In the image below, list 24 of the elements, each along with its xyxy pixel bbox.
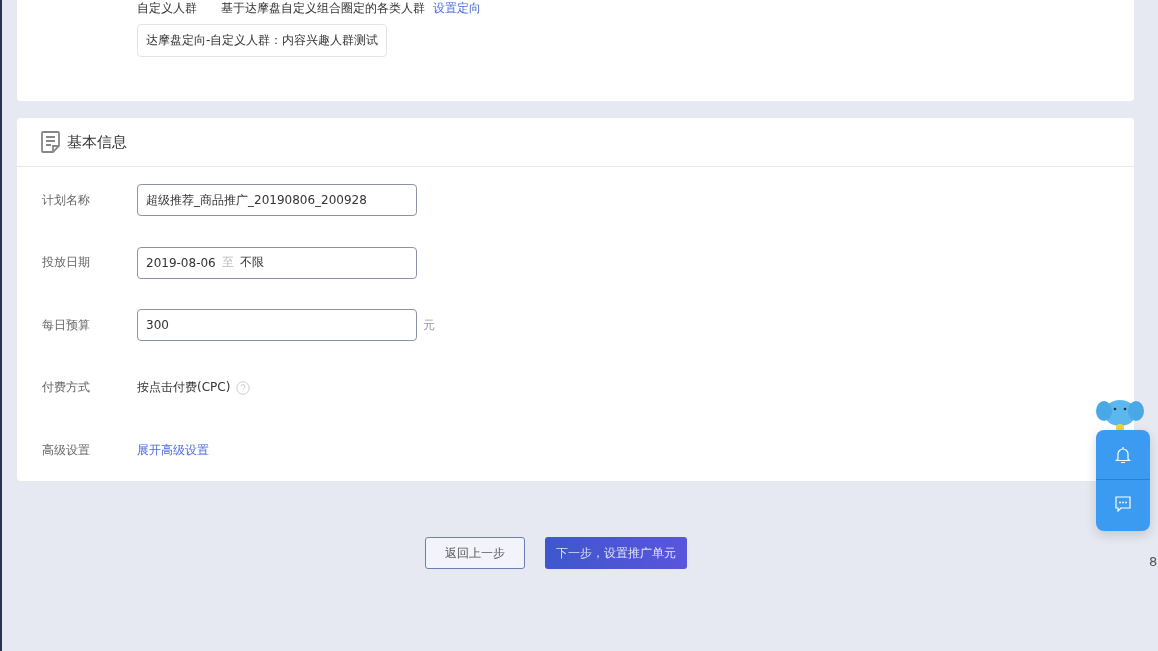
bell-icon[interactable] bbox=[1115, 446, 1131, 464]
help-icon[interactable] bbox=[236, 380, 251, 395]
section-title: 基本信息 bbox=[67, 132, 127, 152]
field-label: 每日预算 bbox=[42, 316, 91, 334]
elephant-mascot-icon bbox=[1095, 397, 1145, 433]
field-label: 计划名称 bbox=[42, 191, 91, 209]
input-field[interactable]: 300 bbox=[137, 309, 417, 341]
field-value: 按点击付费(CPC) bbox=[137, 379, 231, 396]
set-targeting-link[interactable]: 设置定向 bbox=[433, 0, 481, 17]
expand-advanced-link[interactable]: 展开高级设置 bbox=[137, 441, 209, 459]
targeting-label: 自定义人群 bbox=[137, 0, 198, 17]
audience-tag: 达摩盘定向-自定义人群：内容兴趣人群测试 bbox=[137, 24, 388, 57]
date-range-field[interactable]: 2019-08-06 至 不限 bbox=[137, 246, 417, 279]
field-label: 高级设置 bbox=[42, 441, 91, 459]
chat-icon[interactable] bbox=[1115, 496, 1131, 512]
background-window-text: 8 bbox=[1149, 554, 1158, 569]
back-button[interactable]: 返回上一步 bbox=[424, 537, 525, 569]
next-step-button[interactable]: 下一步，设置推广单元 bbox=[544, 537, 687, 569]
document-icon bbox=[41, 131, 61, 153]
input-field[interactable]: 超级推荐_商品推广_20190806_200928 bbox=[137, 184, 417, 216]
field-label: 付费方式 bbox=[42, 379, 91, 396]
unit-label: 元 bbox=[423, 316, 435, 334]
field-label: 投放日期 bbox=[42, 254, 91, 271]
targeting-description: 基于达摩盘自定义组合圈定的各类人群 bbox=[221, 0, 425, 17]
